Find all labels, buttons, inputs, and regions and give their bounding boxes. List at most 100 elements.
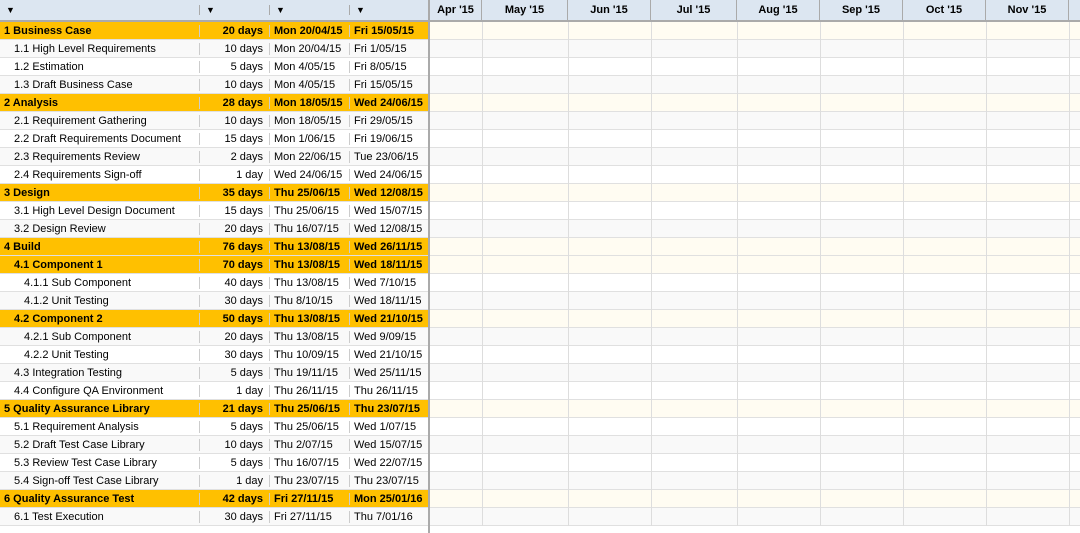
task-row[interactable]: 2.3 Requirements Review 2 days Mon 22/06… [0, 148, 428, 166]
task-start: Thu 25/06/15 [270, 187, 350, 199]
gantt-chart-row [430, 112, 1080, 130]
task-row[interactable]: 5 Quality Assurance Library 21 days Thu … [0, 400, 428, 418]
task-start: Mon 22/06/15 [270, 151, 350, 163]
task-duration: 76 days [200, 241, 270, 253]
month-header: Jun '15 [568, 0, 651, 20]
task-finish: Fri 15/05/15 [350, 79, 430, 91]
gantt-chart-row [430, 22, 1080, 40]
task-row[interactable]: 5.2 Draft Test Case Library 10 days Thu … [0, 436, 428, 454]
task-start: Mon 18/05/15 [270, 115, 350, 127]
task-start: Mon 20/04/15 [270, 25, 350, 37]
task-duration: 5 days [200, 421, 270, 433]
task-row[interactable]: 3.1 High Level Design Document 15 days T… [0, 202, 428, 220]
gantt-body [430, 22, 1080, 526]
month-header: Jul '15 [651, 0, 737, 20]
gantt-chart-row [430, 292, 1080, 310]
gantt-chart-row [430, 472, 1080, 490]
task-row[interactable]: 4.2 Component 2 50 days Thu 13/08/15 Wed… [0, 310, 428, 328]
task-name: 4.4 Configure QA Environment [0, 385, 200, 397]
task-duration: 20 days [200, 223, 270, 235]
gantt-chart-row [430, 166, 1080, 184]
task-finish: Wed 15/07/15 [350, 205, 430, 217]
gantt-chart: Apr '15May '15Jun '15Jul '15Aug '15Sep '… [430, 0, 1080, 533]
task-start: Thu 23/07/15 [270, 475, 350, 487]
task-row[interactable]: 3 Design 35 days Thu 25/06/15 Wed 12/08/… [0, 184, 428, 202]
task-row[interactable]: 4.1.2 Unit Testing 30 days Thu 8/10/15 W… [0, 292, 428, 310]
gantt-chart-row [430, 130, 1080, 148]
task-row[interactable]: 5.4 Sign-off Test Case Library 1 day Thu… [0, 472, 428, 490]
task-finish: Wed 24/06/15 [350, 169, 430, 181]
sort-icon-start[interactable]: ▼ [276, 5, 285, 15]
task-finish: Thu 23/07/15 [350, 403, 430, 415]
gantt-chart-row [430, 508, 1080, 526]
task-table: ▼ ▼ ▼ ▼ 1 Business Case 20 days Mon 20/0… [0, 0, 430, 533]
task-duration: 5 days [200, 61, 270, 73]
task-row[interactable]: 2.2 Draft Requirements Document 15 days … [0, 130, 428, 148]
sort-icon-task[interactable]: ▼ [6, 5, 15, 15]
task-start: Thu 13/08/15 [270, 241, 350, 253]
task-finish: Thu 7/01/16 [350, 511, 430, 523]
gantt-chart-row [430, 418, 1080, 436]
task-duration: 1 day [200, 385, 270, 397]
task-row[interactable]: 2 Analysis 28 days Mon 18/05/15 Wed 24/0… [0, 94, 428, 112]
task-finish: Wed 7/10/15 [350, 277, 430, 289]
task-row[interactable]: 5.3 Review Test Case Library 5 days Thu … [0, 454, 428, 472]
month-header: Nov '15 [986, 0, 1069, 20]
task-finish: Wed 12/08/15 [350, 187, 430, 199]
task-finish: Wed 25/11/15 [350, 367, 430, 379]
col-header-duration[interactable]: ▼ [200, 5, 270, 15]
gantt-chart-row [430, 220, 1080, 238]
table-header: ▼ ▼ ▼ ▼ [0, 0, 428, 22]
task-name: 5.4 Sign-off Test Case Library [0, 475, 200, 487]
month-header: May '15 [482, 0, 568, 20]
task-start: Thu 13/08/15 [270, 277, 350, 289]
task-row[interactable]: 1.1 High Level Requirements 10 days Mon … [0, 40, 428, 58]
task-finish: Tue 23/06/15 [350, 151, 430, 163]
task-name: 1.3 Draft Business Case [0, 79, 200, 91]
col-header-task[interactable]: ▼ [0, 5, 200, 15]
task-row[interactable]: 4.2.2 Unit Testing 30 days Thu 10/09/15 … [0, 346, 428, 364]
task-row[interactable]: 4.1 Component 1 70 days Thu 13/08/15 Wed… [0, 256, 428, 274]
task-row[interactable]: 4.1.1 Sub Component 40 days Thu 13/08/15… [0, 274, 428, 292]
month-header: Apr '15 [430, 0, 482, 20]
task-row[interactable]: 6 Quality Assurance Test 42 days Fri 27/… [0, 490, 428, 508]
task-finish: Thu 26/11/15 [350, 385, 430, 397]
col-header-finish[interactable]: ▼ [350, 5, 430, 15]
gantt-chart-row [430, 274, 1080, 292]
gantt-chart-row [430, 364, 1080, 382]
task-finish: Mon 25/01/16 [350, 493, 430, 505]
month-header: Oct '15 [903, 0, 986, 20]
task-name: 2.3 Requirements Review [0, 151, 200, 163]
task-row[interactable]: 2.1 Requirement Gathering 10 days Mon 18… [0, 112, 428, 130]
task-row[interactable]: 4.2.1 Sub Component 20 days Thu 13/08/15… [0, 328, 428, 346]
task-row[interactable]: 4.3 Integration Testing 5 days Thu 19/11… [0, 364, 428, 382]
task-row[interactable]: 4 Build 76 days Thu 13/08/15 Wed 26/11/1… [0, 238, 428, 256]
task-row[interactable]: 1.3 Draft Business Case 10 days Mon 4/05… [0, 76, 428, 94]
task-row[interactable]: 1.2 Estimation 5 days Mon 4/05/15 Fri 8/… [0, 58, 428, 76]
task-name: 5 Quality Assurance Library [0, 403, 200, 415]
gantt-container: ▼ ▼ ▼ ▼ 1 Business Case 20 days Mon 20/0… [0, 0, 1080, 533]
task-name: 5.3 Review Test Case Library [0, 457, 200, 469]
task-start: Thu 25/06/15 [270, 421, 350, 433]
task-name: 3 Design [0, 187, 200, 199]
task-finish: Fri 29/05/15 [350, 115, 430, 127]
task-row[interactable]: 2.4 Requirements Sign-off 1 day Wed 24/0… [0, 166, 428, 184]
col-header-start[interactable]: ▼ [270, 5, 350, 15]
task-duration: 2 days [200, 151, 270, 163]
task-start: Thu 25/06/15 [270, 205, 350, 217]
task-duration: 1 day [200, 475, 270, 487]
task-duration: 1 day [200, 169, 270, 181]
task-row[interactable]: 5.1 Requirement Analysis 5 days Thu 25/0… [0, 418, 428, 436]
task-duration: 5 days [200, 367, 270, 379]
task-row[interactable]: 6.1 Test Execution 30 days Fri 27/11/15 … [0, 508, 428, 526]
task-row[interactable]: 4.4 Configure QA Environment 1 day Thu 2… [0, 382, 428, 400]
gantt-chart-row [430, 40, 1080, 58]
task-row[interactable]: 1 Business Case 20 days Mon 20/04/15 Fri… [0, 22, 428, 40]
sort-icon-dur[interactable]: ▼ [206, 5, 215, 15]
sort-icon-finish[interactable]: ▼ [356, 5, 365, 15]
gantt-chart-row [430, 400, 1080, 418]
task-row[interactable]: 3.2 Design Review 20 days Thu 16/07/15 W… [0, 220, 428, 238]
task-start: Fri 27/11/15 [270, 493, 350, 505]
task-duration: 30 days [200, 295, 270, 307]
task-duration: 30 days [200, 511, 270, 523]
